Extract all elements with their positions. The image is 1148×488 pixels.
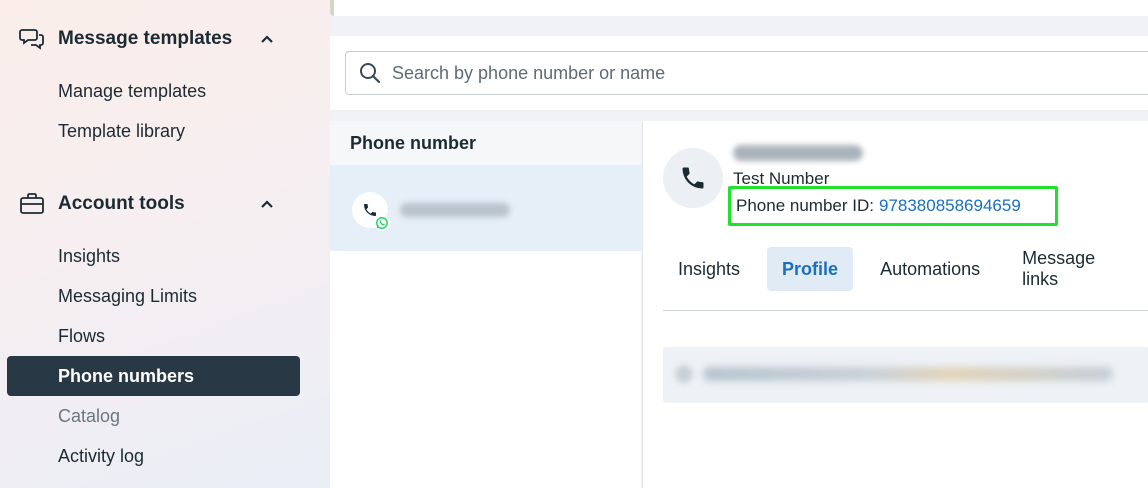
section-label: Message templates — [58, 28, 233, 49]
search-input[interactable] — [390, 61, 1094, 85]
phone-number-id: Phone number ID: 978380858694659 — [728, 186, 1058, 226]
nav-catalog[interactable]: Catalog — [7, 396, 300, 436]
chevron-up-icon[interactable] — [256, 28, 278, 50]
phone-number-id-label: Phone number ID: — [736, 196, 874, 215]
tab-divider — [663, 310, 1148, 311]
redacted-banner-text — [703, 367, 1113, 381]
search-field[interactable] — [345, 51, 1148, 95]
chat-bubbles-icon — [18, 25, 46, 53]
redacted-name — [400, 203, 510, 217]
tab-profile[interactable]: Profile — [767, 247, 854, 291]
phone-icon — [663, 148, 723, 208]
sidebar: Message templates Manage templates Templ… — [0, 0, 330, 488]
list-header: Phone number — [330, 121, 641, 165]
redacted-display-name — [733, 145, 863, 161]
phone-detail-panel: Test Number Phone number ID: 97838085869… — [642, 121, 1148, 488]
nav-template-library[interactable]: Template library — [7, 111, 300, 151]
top-card — [330, 0, 1148, 16]
tab-automations[interactable]: Automations — [865, 247, 995, 291]
tab-message-links[interactable]: Message links — [1007, 247, 1137, 291]
phone-list-panel: Phone number — [330, 121, 641, 488]
detail-tabs: Insights Profile Automations Message lin… — [663, 246, 1148, 292]
section-label: Account tools — [58, 193, 185, 214]
whatsapp-icon — [374, 215, 390, 231]
nav-flows[interactable]: Flows — [7, 316, 300, 356]
nav-activity-log[interactable]: Activity log — [7, 436, 300, 476]
section-message-templates[interactable]: Message templates — [18, 24, 278, 54]
nav-messaging-limits[interactable]: Messaging Limits — [7, 276, 300, 316]
info-icon — [675, 365, 693, 383]
nav-insights[interactable]: Insights — [7, 236, 300, 276]
nav-manage-templates[interactable]: Manage templates — [7, 71, 300, 111]
search-card — [330, 36, 1148, 110]
section-account-tools[interactable]: Account tools — [18, 189, 278, 219]
briefcase-icon — [18, 190, 46, 218]
phone-number-id-value[interactable]: 978380858694659 — [879, 196, 1021, 216]
chevron-up-icon[interactable] — [256, 193, 278, 215]
tab-insights[interactable]: Insights — [663, 247, 755, 291]
nav-phone-numbers[interactable]: Phone numbers — [7, 356, 300, 396]
list-item[interactable] — [330, 165, 641, 251]
search-icon — [358, 61, 382, 85]
redacted-banner — [663, 347, 1148, 403]
